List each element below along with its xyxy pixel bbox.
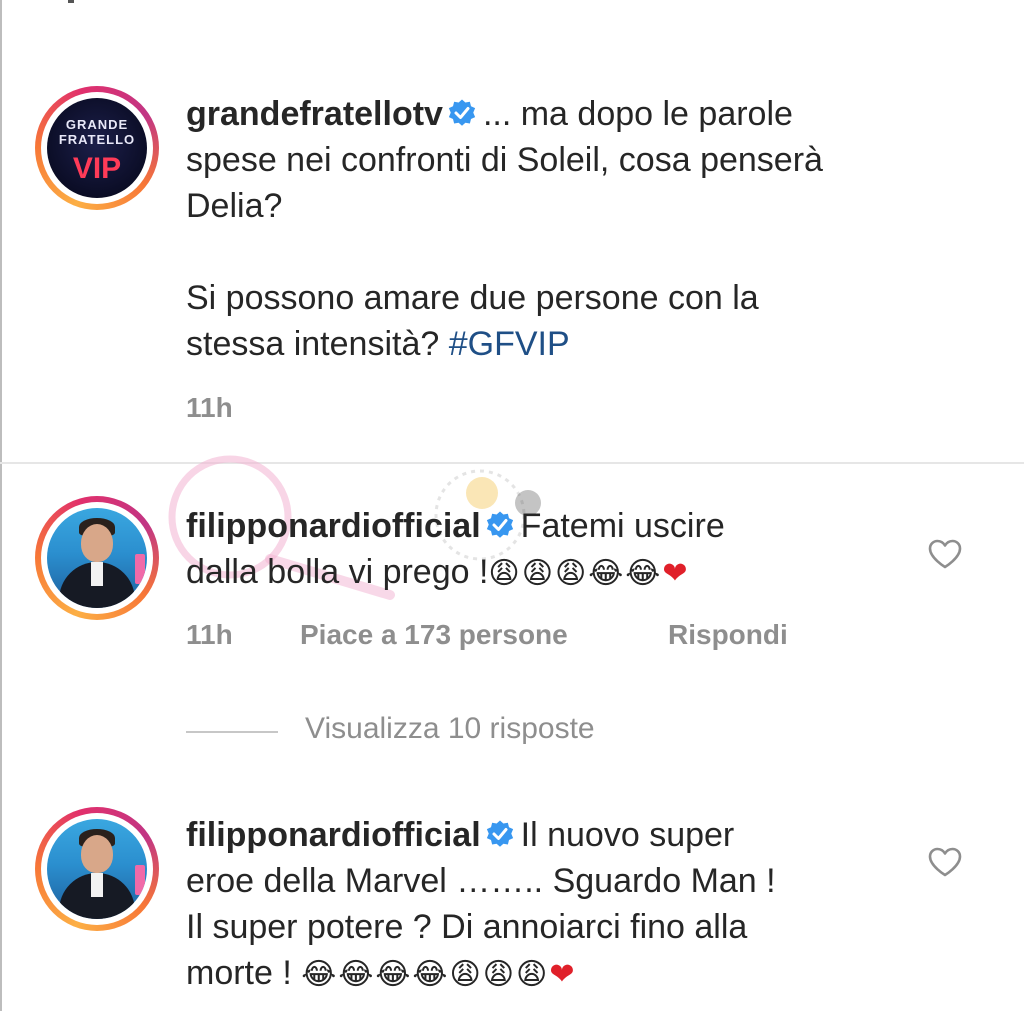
comment-line1: Fatemi uscire xyxy=(520,507,725,545)
caption-line3: Delia? xyxy=(186,187,283,225)
comment-likes[interactable]: Piace a 173 persone xyxy=(300,619,568,651)
comment-line3: Il super potere ? Di annoiarci fino alla xyxy=(186,908,748,946)
like-heart-icon[interactable] xyxy=(927,538,963,570)
comment-text: filipponardiofficial Fatemi uscire dalla … xyxy=(186,503,725,597)
post-caption: GRANDE FRATELLO VIP grandefratellotv ... … xyxy=(0,0,1024,462)
hashtag-link[interactable]: #GFVIP xyxy=(449,325,570,363)
caption-username[interactable]: grandefratellotv xyxy=(186,95,443,133)
logo-line2: FRATELLO xyxy=(58,132,136,147)
avatar-photo xyxy=(47,508,147,608)
comment-line2: eroe della Marvel …….. Sguardo Man ! xyxy=(186,862,776,900)
logo-line1: GRANDE xyxy=(65,117,129,132)
caption-line5: stessa intensità? xyxy=(186,325,440,363)
logo-vip: VIP xyxy=(72,152,122,185)
verified-icon xyxy=(486,511,513,538)
caption-line2: spese nei confronti di Soleil, cosa pens… xyxy=(186,141,823,179)
comment-username[interactable]: filipponardiofficial xyxy=(186,507,481,545)
comment-line4: morte ! xyxy=(186,954,292,992)
caption-line4: Si possono amare due persone con la xyxy=(186,279,759,317)
emoji-group: 😂😂😂😂😩😩😩 xyxy=(301,957,550,992)
caption-avatar[interactable]: GRANDE FRATELLO VIP xyxy=(35,86,159,210)
view-replies-button[interactable]: Visualizza 10 risposte xyxy=(305,712,595,746)
comment-line1: Il nuovo super xyxy=(520,816,735,854)
red-heart-emoji: ❤ xyxy=(662,556,690,591)
caption-text: grandefratellotv ... ma dopo le parole sp… xyxy=(186,91,823,367)
like-heart-icon[interactable] xyxy=(927,846,963,878)
reply-button[interactable]: Rispondi xyxy=(668,619,788,651)
caption-line1: ... ma dopo le parole xyxy=(482,95,793,133)
grande-fratello-logo: GRANDE FRATELLO VIP xyxy=(47,98,147,198)
comment-username[interactable]: filipponardiofficial xyxy=(186,816,481,854)
comment-time: 11h xyxy=(186,619,233,650)
comment-text: filipponardiofficial Il nuovo super eroe … xyxy=(186,812,776,998)
verified-icon xyxy=(486,820,513,847)
caption-time: 11h xyxy=(186,392,233,423)
emoji-group: 😩😩😩😂😂 xyxy=(488,556,663,591)
red-heart-emoji: ❤ xyxy=(549,957,577,992)
comment-avatar[interactable] xyxy=(35,807,159,931)
avatar-photo xyxy=(47,819,147,919)
view-replies-line xyxy=(186,731,278,733)
verified-icon xyxy=(448,99,476,126)
comment-avatar[interactable] xyxy=(35,496,159,620)
comment-line2: dalla bolla vi prego ! xyxy=(186,553,489,591)
divider xyxy=(0,462,1024,464)
